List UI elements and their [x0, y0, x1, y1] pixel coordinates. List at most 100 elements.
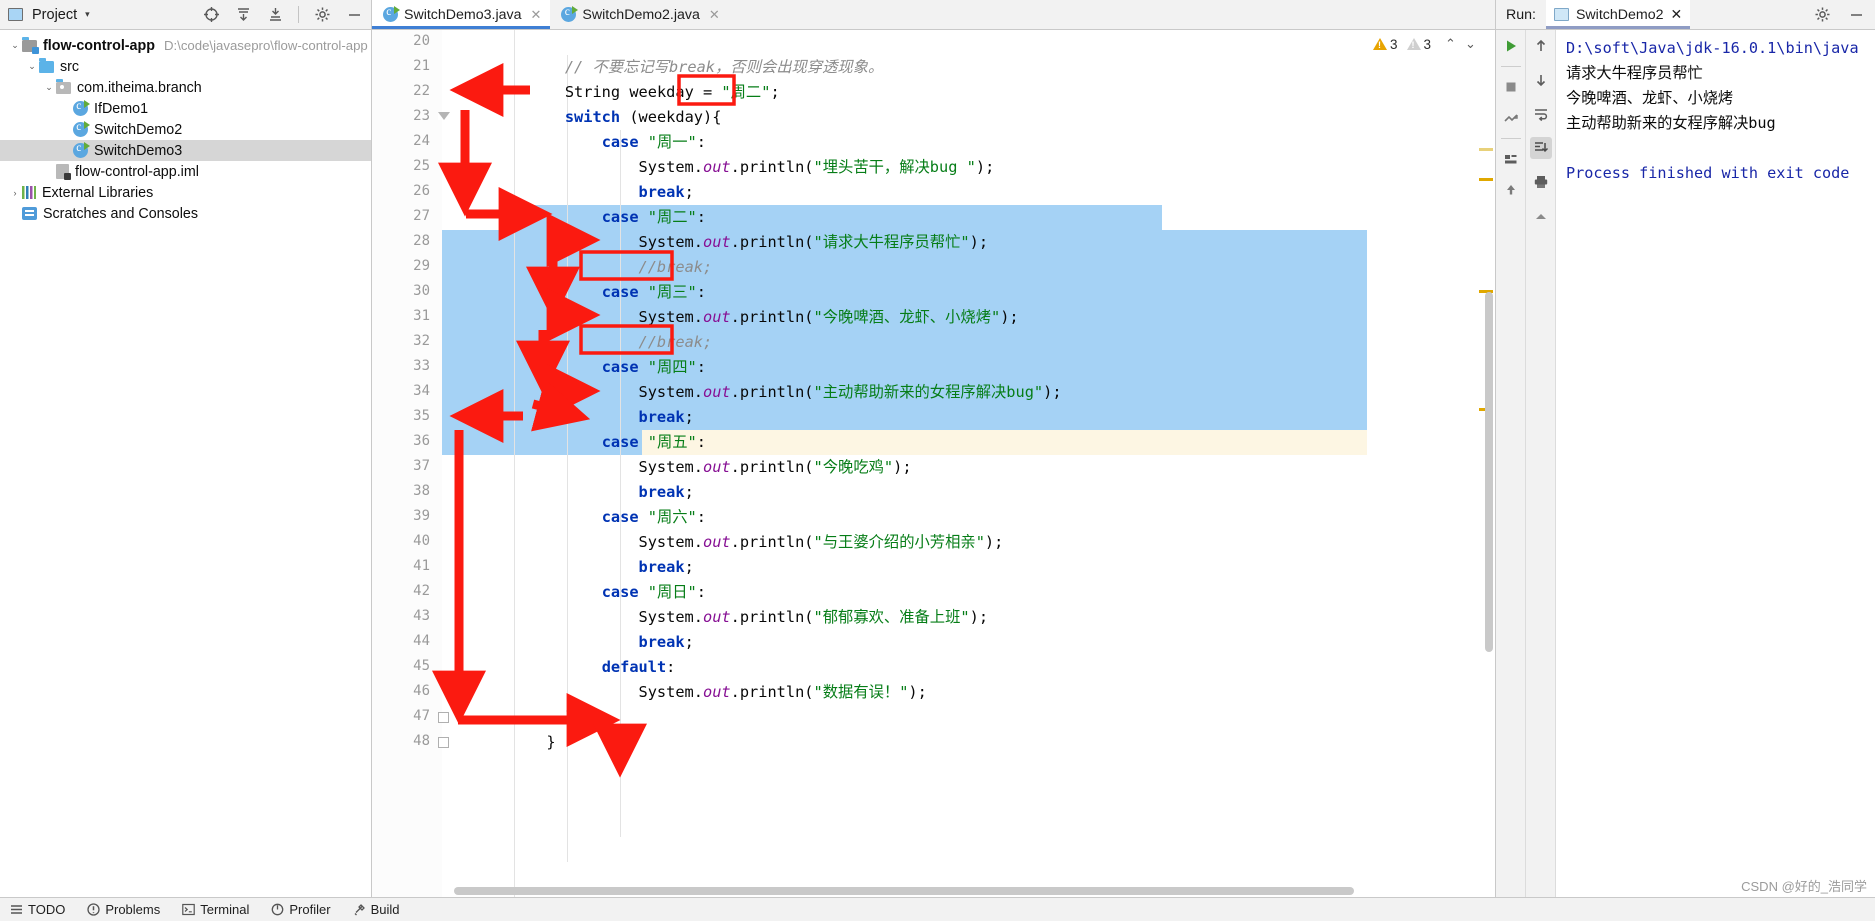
line-number: 25 — [413, 158, 430, 174]
code-line[interactable]: System.out.println("郁郁寡欢、准备上班"); — [442, 605, 1495, 630]
line-number: 26 — [413, 183, 430, 199]
tree-node-external-libraries[interactable]: › External Libraries — [0, 182, 371, 203]
chevron-down-icon[interactable]: ⌄ — [8, 40, 22, 51]
inspection-counts[interactable]: 3 3 ⌃ ⌄ — [1367, 30, 1495, 58]
status-bar-item-build[interactable]: Build — [353, 902, 399, 917]
status-bar-item-profiler[interactable]: Profiler — [271, 902, 331, 917]
expand-all-icon[interactable] — [234, 6, 252, 24]
stop-icon[interactable] — [1500, 76, 1522, 98]
editor-vertical-scrollbar[interactable] — [1485, 292, 1493, 652]
tree-node-switchdemo3[interactable]: · SwitchDemo3 — [0, 140, 371, 161]
code-line[interactable]: case "周日": — [442, 580, 1495, 605]
chevron-right-icon[interactable]: › — [8, 188, 22, 198]
scroll-down-icon[interactable] — [1530, 69, 1552, 91]
scroll-to-end-icon[interactable] — [1529, 137, 1552, 159]
rerun-icon[interactable] — [1500, 35, 1522, 57]
code-token: System. — [528, 683, 703, 701]
code-line[interactable] — [442, 30, 1495, 55]
tree-node-flow-control-app-iml[interactable]: · flow-control-app.iml — [0, 161, 371, 182]
code-token: : — [696, 508, 706, 526]
status-bar-item-terminal[interactable]: Terminal — [182, 902, 249, 917]
code-token: out — [702, 458, 731, 476]
code-line[interactable]: String weekday = "周二"; — [442, 80, 1495, 105]
status-bar-item-todo[interactable]: TODO — [10, 902, 65, 917]
gear-icon[interactable] — [1813, 6, 1831, 24]
next-problem-icon[interactable]: ⌄ — [1462, 36, 1479, 52]
marker-stripe — [1479, 178, 1493, 181]
code-line[interactable]: case "周一": — [442, 130, 1495, 155]
editor-horizontal-scrollbar[interactable] — [454, 887, 1354, 895]
chevron-down-icon[interactable]: ⌄ — [42, 82, 56, 93]
code-token: "周日" — [647, 583, 697, 601]
soft-wrap-icon[interactable] — [1530, 103, 1552, 125]
tree-node-ifdemo1[interactable]: · IfDemo1 — [0, 98, 371, 119]
restore-layout-icon[interactable] — [1500, 148, 1522, 170]
previous-problem-icon[interactable]: ⌃ — [1442, 36, 1459, 52]
line-number: 21 — [413, 58, 430, 74]
pin-icon[interactable] — [1500, 179, 1522, 201]
code-line[interactable]: System.out.println("埋头苦干，解决bug "); — [442, 155, 1495, 180]
code-line[interactable]: System.out.println("数据有误！"); — [442, 680, 1495, 705]
tree-node-flow-control-app[interactable]: ⌄ flow-control-app D:\code\javasepro\flow-… — [0, 35, 371, 56]
java-class-icon — [73, 142, 90, 158]
minimize-icon[interactable] — [1847, 6, 1865, 24]
code-token: break — [638, 183, 685, 201]
run-tab-switchdemo2[interactable]: SwitchDemo2 ✕ — [1545, 0, 1691, 29]
code-token: case — [601, 208, 639, 226]
dump-threads-icon[interactable] — [1500, 107, 1522, 129]
code-line[interactable]: System.out.println("今晚吃鸡"); — [442, 455, 1495, 480]
code-line[interactable]: default: — [442, 655, 1495, 680]
code-token: "周六" — [647, 508, 697, 526]
project-tree[interactable]: ⌄ flow-control-app D:\code\javasepro\flow-… — [0, 30, 372, 897]
close-icon[interactable]: ✕ — [531, 7, 542, 23]
chevron-down-icon[interactable]: ▾ — [85, 9, 90, 20]
tree-node-com-itheima-branch[interactable]: ⌄ com.itheima.branch — [0, 77, 371, 98]
code-line[interactable]: } — [442, 730, 1495, 755]
collapse-all-icon[interactable] — [266, 6, 284, 24]
minimize-icon[interactable] — [345, 6, 363, 24]
tree-node-label: src — [60, 58, 80, 75]
line-number: 48 — [413, 733, 430, 749]
line-number: 28 — [413, 233, 430, 249]
close-icon[interactable]: ✕ — [1671, 7, 1683, 23]
code-token: "周一" — [647, 133, 697, 151]
chevron-down-icon[interactable]: ⌄ — [25, 61, 39, 72]
code-token: "埋头苦干，解决bug " — [813, 158, 976, 176]
print-icon[interactable] — [1530, 171, 1552, 193]
clear-all-icon[interactable] — [1530, 205, 1552, 227]
console-output[interactable]: D:\soft\Java\jdk-16.0.1\bin\java 请求大牛程序员帮… — [1556, 30, 1875, 897]
code-token: "周三" — [647, 283, 697, 301]
code-editor[interactable]: 20 21 22 23 24 25 26 27 28 29 30 31 32 33 34 35 36 37 38 39… — [372, 30, 1495, 897]
scroll-up-icon[interactable] — [1530, 35, 1552, 57]
code-token: ); — [975, 158, 995, 176]
close-icon[interactable]: ✕ — [709, 7, 720, 23]
editor-tab-switchdemo2[interactable]: SwitchDemo2.java ✕ — [550, 0, 728, 29]
code-line[interactable]: } — [442, 705, 1495, 730]
code-line[interactable]: case "周六": — [442, 505, 1495, 530]
code-line[interactable]: break; — [442, 555, 1495, 580]
locate-icon[interactable] — [202, 6, 220, 24]
code-content[interactable]: // 不要忘记写break，否则会出现穿透现象。 String weekday … — [442, 30, 1495, 897]
gear-icon[interactable] — [313, 6, 331, 24]
tree-node-switchdemo2[interactable]: · SwitchDemo2 — [0, 119, 371, 140]
line-number: 24 — [413, 133, 430, 149]
code-token: ); — [893, 458, 912, 476]
source-folder-icon — [39, 57, 54, 73]
tree-node-src[interactable]: ⌄ src — [0, 56, 371, 77]
editor-gutter[interactable]: 20 21 22 23 24 25 26 27 28 29 30 31 32 33 34 35 36 37 38 39… — [372, 30, 450, 897]
tree-node-scratches-and-consoles[interactable]: · Scratches and Consoles — [0, 203, 371, 224]
code-line[interactable]: break; — [442, 180, 1495, 205]
line-number: 41 — [413, 558, 430, 574]
code-token: case — [601, 583, 639, 601]
code-token: ; — [684, 483, 694, 501]
code-line[interactable]: System.out.println("与王婆介绍的小芳相亲"); — [442, 530, 1495, 555]
code-line[interactable]: break; — [442, 630, 1495, 655]
status-bar-item-problems[interactable]: Problems — [87, 902, 160, 917]
editor-tab-switchdemo3[interactable]: SwitchDemo3.java ✕ — [372, 0, 551, 29]
code-token: ; — [770, 83, 780, 101]
code-line[interactable]: // 不要忘记写break，否则会出现穿透现象。 — [442, 55, 1495, 80]
code-line[interactable]: break; — [442, 480, 1495, 505]
code-line[interactable]: switch (weekday){ — [442, 105, 1495, 130]
